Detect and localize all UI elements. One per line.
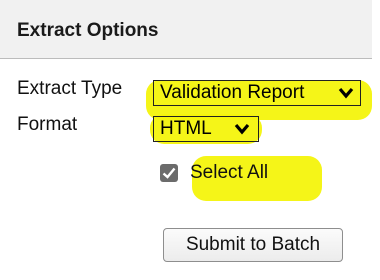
submit-to-batch-button[interactable]: Submit to Batch [163, 228, 343, 262]
panel-title: Extract Options [17, 20, 159, 41]
format-label: Format [17, 114, 78, 135]
extract-options-panel: Extract Options Extract Type Validation … [0, 0, 380, 280]
chevron-down-icon [338, 87, 354, 99]
extract-type-select[interactable]: Validation Report [153, 80, 361, 106]
extract-type-value: Validation Report [160, 82, 305, 103]
format-value: HTML [160, 118, 212, 139]
extract-type-label: Extract Type [17, 78, 123, 99]
format-select[interactable]: HTML [153, 116, 259, 142]
panel-header: Extract Options [0, 0, 372, 59]
check-icon [162, 167, 176, 179]
select-all-label[interactable]: Select All [190, 162, 268, 184]
chevron-down-icon [234, 123, 250, 135]
select-all-checkbox[interactable] [160, 164, 178, 182]
